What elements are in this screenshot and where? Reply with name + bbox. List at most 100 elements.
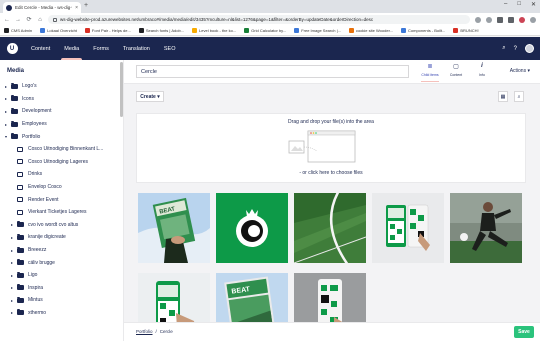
file-dropzone[interactable]: Drag and drop your file(s) into the area…	[136, 113, 526, 183]
bookmark-item[interactable]: Level book - the ko...	[192, 28, 236, 33]
caret-right-icon[interactable]: ▸	[9, 260, 15, 265]
bookmark-favicon-icon	[4, 28, 9, 33]
media-thumbnail[interactable]: BEAT	[138, 193, 210, 263]
caret-right-icon[interactable]: ▸	[9, 235, 15, 240]
sidebar-title: Media	[7, 68, 25, 74]
umbraco-logo[interactable]: U	[0, 37, 24, 60]
user-avatar[interactable]	[525, 44, 534, 53]
breadcrumb-portfolio[interactable]: Portfolio	[136, 329, 153, 334]
section-forms[interactable]: Forms	[86, 37, 116, 60]
tree-item[interactable]: ▸ kranije digicreate	[0, 231, 123, 244]
reload-icon[interactable]: ⟳	[26, 16, 32, 23]
media-thumbnail[interactable]	[216, 193, 288, 263]
bookmark-item[interactable]: Grid Calculator by...	[244, 28, 286, 33]
bookmark-item[interactable]: cookie site Wooder...	[348, 28, 393, 33]
app-content[interactable]: ▢ Content	[445, 63, 467, 79]
caret-right-icon[interactable]: ▸	[9, 298, 15, 303]
tree-item[interactable]: ▸ Ligo	[0, 269, 123, 282]
tree-item[interactable]: ▸ Breeezz	[0, 244, 123, 257]
tree-item[interactable]: ▸ Employees	[0, 118, 123, 131]
tree-item-label: Cosco Uitnodiging Lageres	[28, 158, 89, 165]
caret-right-icon[interactable]: ▸	[9, 273, 15, 278]
tree-item[interactable]: ▸ cvo ivo wordt cvo altus	[0, 219, 123, 232]
caret-right-icon[interactable]: ▸	[3, 84, 9, 89]
minimize-icon[interactable]: –	[504, 1, 507, 8]
actions-menu[interactable]: Actions ▾	[510, 68, 530, 74]
media-thumbnail[interactable]	[372, 193, 444, 263]
maximize-icon[interactable]: □	[517, 1, 521, 8]
back-arrow-icon[interactable]: ←	[4, 17, 10, 23]
bookmark-item[interactable]: BRUNCH!	[453, 28, 479, 33]
home-icon[interactable]: ⌂	[37, 17, 43, 23]
save-button[interactable]: Save	[514, 326, 534, 338]
section-seo[interactable]: SEO	[157, 37, 183, 60]
tree-item[interactable]: Cosco Uitnodiging Lageres	[0, 156, 123, 169]
tree-item[interactable]: ▸ Development	[0, 105, 123, 118]
tree-item[interactable]: ▸ Inspira	[0, 282, 123, 295]
bookmark-item[interactable]: Search fonts | Adob...	[138, 28, 184, 33]
tree-item[interactable]: ▸ xthermo	[0, 307, 123, 320]
browser-tab[interactable]: Edit Cercle - Media - ws-dig-ws... ×	[3, 2, 81, 13]
tree-item[interactable]: Drinks	[0, 168, 123, 181]
tree-item[interactable]: Render Event	[0, 193, 123, 206]
caret-down-icon[interactable]: ▾	[3, 134, 9, 139]
image-icon	[17, 184, 23, 190]
section-translation[interactable]: Translation	[116, 37, 157, 60]
caret-right-icon[interactable]: ▸	[9, 222, 15, 227]
chevron-down-icon: ▾	[527, 68, 530, 74]
tree-item[interactable]: ▸ Icons	[0, 93, 123, 106]
star-icon[interactable]	[486, 16, 492, 23]
create-button[interactable]: Create ▾	[136, 91, 164, 102]
new-tab-button[interactable]: +	[84, 2, 88, 9]
caret-right-icon[interactable]: ▸	[3, 122, 9, 127]
caret-right-icon[interactable]: ▸	[9, 248, 15, 253]
profile-avatar[interactable]	[519, 16, 525, 23]
tab-close-icon[interactable]: ×	[75, 5, 78, 11]
breadcrumb-separator: /	[155, 329, 157, 334]
caret-right-icon[interactable]: ▸	[9, 285, 15, 290]
sidebar-scrollbar[interactable]	[120, 62, 123, 117]
media-thumbnail[interactable]	[450, 193, 522, 263]
menu-dots-icon[interactable]	[530, 16, 536, 23]
tree-item-label: Vierkant Ticketjes Lageres	[28, 209, 87, 216]
tree-item[interactable]: ▸ cáliv brugge	[0, 256, 123, 269]
bookmark-item[interactable]: Free Image Search |...	[294, 28, 341, 33]
tree-item[interactable]: ▾ Portfolio	[0, 130, 123, 143]
tree-item[interactable]: ▸ Mintus	[0, 294, 123, 307]
section-content[interactable]: Content	[24, 37, 57, 60]
search-icon[interactable]: ⌕	[502, 45, 505, 52]
extension-icon[interactable]	[497, 16, 503, 23]
help-icon[interactable]: ?	[514, 46, 517, 52]
tree-item[interactable]: ▸ Logo's	[0, 80, 123, 93]
search-icon[interactable]: ⌕	[514, 91, 524, 102]
choose-files-link[interactable]: - or click here to choose files	[137, 170, 525, 176]
caret-right-icon[interactable]: ▸	[3, 96, 9, 101]
tree-item[interactable]: Cosco Uitnodiging Binnenkant L...	[0, 143, 123, 156]
bookmark-item[interactable]: CMS Admin	[4, 28, 32, 33]
puzzle-icon[interactable]	[508, 16, 514, 23]
grid-view-icon[interactable]: ▦	[498, 91, 508, 102]
folder-icon	[11, 107, 18, 114]
tree-item[interactable]: Envelop Cosco	[0, 181, 123, 194]
share-icon[interactable]	[475, 16, 481, 23]
browser-tabstrip: Edit Cercle - Media - ws-dig-ws... × + –…	[0, 0, 540, 13]
caret-right-icon[interactable]: ▸	[9, 310, 15, 315]
section-media[interactable]: Media	[57, 37, 86, 60]
tree-item[interactable]: Vierkant Ticketjes Lageres	[0, 206, 123, 219]
media-name-input[interactable]	[136, 65, 409, 78]
bookmark-item[interactable]: Components - Boilt...	[401, 28, 445, 33]
close-window-icon[interactable]: ✕	[531, 1, 536, 8]
forward-arrow-icon[interactable]: →	[15, 17, 21, 23]
app-info[interactable]: i Info	[471, 63, 493, 79]
url-field[interactable]: ws-dig-website-prod.azurewebsites.net/um…	[48, 15, 470, 24]
bookmark-item[interactable]: Font Pair - Helps de...	[84, 28, 131, 33]
folder-icon	[17, 284, 24, 291]
tree-item-label: Icons	[22, 95, 34, 102]
caret-right-icon[interactable]: ▸	[3, 109, 9, 114]
logo-green-image	[216, 193, 288, 263]
folder-icon	[17, 309, 24, 316]
app-child-items[interactable]: ≣ Child items	[419, 63, 441, 82]
folder-icon	[17, 233, 24, 240]
bookmark-item[interactable]: Lokaal Overzicht	[40, 28, 77, 33]
media-thumbnail[interactable]	[294, 193, 366, 263]
